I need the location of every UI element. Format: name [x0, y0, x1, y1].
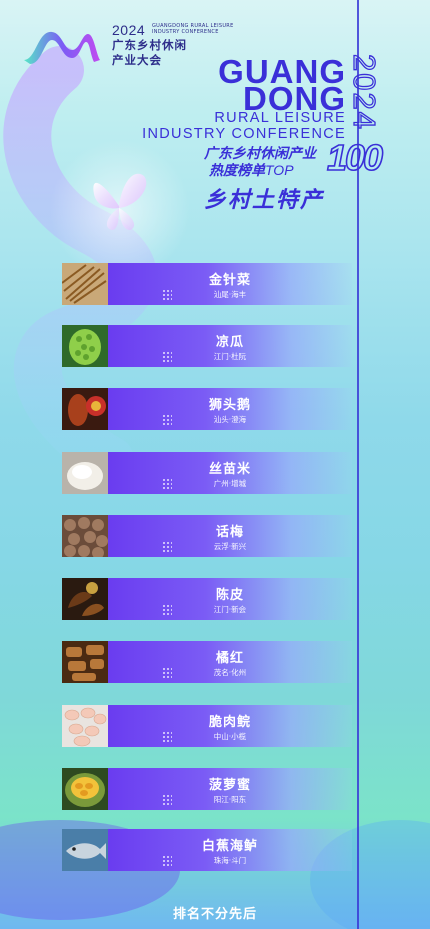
ranking-title-line2: 热度榜单TOP: [209, 160, 294, 180]
title-year-text: 2024: [346, 53, 382, 131]
list-item: 橘红 茂名·化州: [62, 641, 352, 683]
item-card: 丝苗米 广州·增城: [108, 452, 352, 494]
ranking-title-top: TOP: [265, 162, 294, 178]
item-place: 江门·新会: [213, 605, 247, 614]
item-name: 狮头鹅: [208, 398, 251, 413]
item-place: 汕头·澄海: [213, 415, 247, 424]
item-card: 金针菜 汕尾·海丰: [108, 263, 352, 305]
pomelo-peel-thumbnail-icon: [62, 641, 108, 683]
logo-text-block: 2024 GUANGDONG RURAL LEISURE INDUSTRY CO…: [112, 22, 233, 68]
item-place: 珠海·斗门: [213, 856, 247, 865]
logo-cn-line1: 广东乡村休闲: [112, 38, 187, 52]
fish-slices-thumbnail-icon: [62, 705, 108, 747]
category-title: 乡村土特产: [204, 188, 325, 213]
goose-thumbnail-icon: [62, 388, 108, 430]
logo-cn-line2: 产业大会: [112, 53, 162, 67]
item-card: 狮头鹅 汕头·澄海: [108, 388, 352, 430]
plum-thumbnail-icon: [62, 515, 108, 557]
jackfruit-thumbnail-icon: [62, 768, 108, 810]
item-card: 话梅 云浮·新兴: [108, 515, 352, 557]
bitter-melon-thumbnail-icon: [62, 325, 108, 367]
daylily-thumbnail-icon: [62, 263, 108, 305]
list-item: 陈皮 江门·新会: [62, 578, 352, 620]
logo-english-name: GUANGDONG RURAL LEISURE INDUSTRY CONFERE…: [152, 23, 292, 35]
item-card: 菠萝蜜 阳江·阳东: [108, 768, 352, 810]
peel-thumbnail-icon: [62, 578, 108, 620]
conference-logo-icon: [24, 31, 100, 65]
item-card: 陈皮 江门·新会: [108, 578, 352, 620]
item-name: 橘红: [215, 651, 244, 666]
item-card: 凉瓜 江门·杜阮: [108, 325, 352, 367]
item-place: 云浮·新兴: [213, 542, 247, 551]
footer-note: 排名不分先后: [172, 907, 257, 922]
item-name: 丝苗米: [208, 462, 251, 477]
item-name: 白蕉海鲈: [201, 839, 258, 854]
item-name: 金针菜: [208, 273, 251, 288]
butterfly-icon: [93, 173, 147, 230]
item-name: 话梅: [215, 525, 244, 540]
list-item: 丝苗米 广州·增城: [62, 452, 352, 494]
item-name: 陈皮: [215, 588, 244, 603]
list-item: 白蕉海鲈 珠海·斗门: [62, 829, 352, 871]
ranking-title-cn: 热度榜单: [209, 163, 265, 179]
list-item: 话梅 云浮·新兴: [62, 515, 352, 557]
list-item: 金针菜 汕尾·海丰: [62, 263, 352, 305]
rice-thumbnail-icon: [62, 452, 108, 494]
item-place: 阳江·阳东: [213, 795, 247, 804]
item-name: 凉瓜: [215, 335, 244, 350]
item-place: 汕尾·海丰: [213, 290, 247, 299]
item-name: 脆肉鲩: [208, 715, 251, 730]
list-item: 菠萝蜜 阳江·阳东: [62, 768, 352, 810]
item-place: 广州·增城: [213, 479, 247, 488]
title-industry-conference: INDUSTRY CONFERENCE: [142, 126, 346, 142]
title-rural-leisure: RURAL LEISURE: [214, 110, 346, 126]
seabass-thumbnail-icon: [62, 829, 108, 871]
item-name: 菠萝蜜: [208, 778, 251, 793]
list-item: 脆肉鲩 中山·小榄: [62, 705, 352, 747]
logo-en-line2: INDUSTRY CONFERENCE: [152, 29, 219, 35]
item-card: 白蕉海鲈 珠海·斗门: [108, 829, 352, 871]
item-place: 中山·小榄: [213, 732, 247, 741]
list-item: 狮头鹅 汕头·澄海: [62, 388, 352, 430]
item-card: 脆肉鲩 中山·小榄: [108, 705, 352, 747]
ranking-number-100: 100: [326, 136, 384, 179]
item-place: 江门·杜阮: [213, 352, 247, 361]
item-place: 茂名·化州: [213, 668, 247, 677]
list-item: 凉瓜 江门·杜阮: [62, 325, 352, 367]
item-card: 橘红 茂名·化州: [108, 641, 352, 683]
